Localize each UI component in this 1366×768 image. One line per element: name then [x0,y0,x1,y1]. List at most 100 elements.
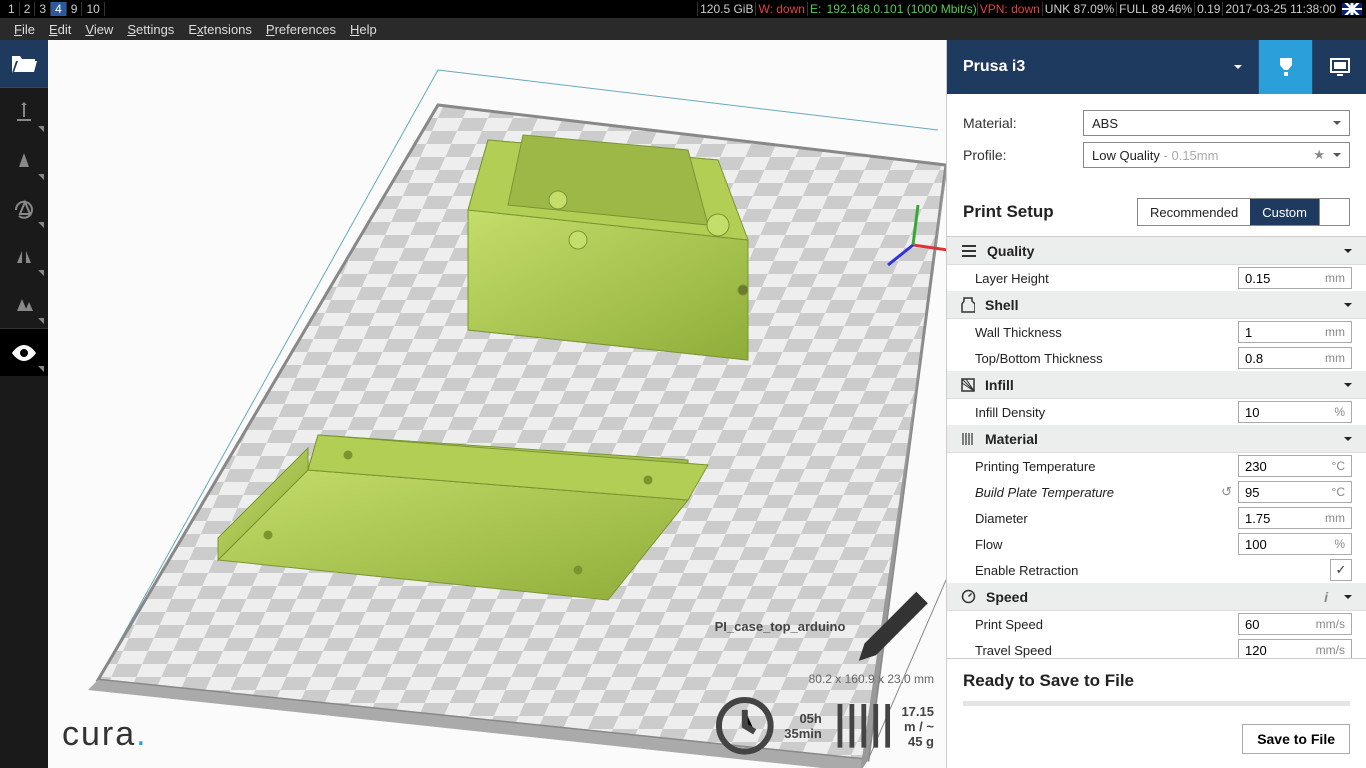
print-speed-input[interactable] [1239,614,1309,634]
layer-height-input[interactable] [1239,268,1309,288]
setting-wall-thickness: Wall Thickness mm [947,319,1366,345]
menu-file[interactable]: File [8,20,41,39]
workspace-2[interactable]: 2 [20,2,36,16]
setting-layer-height: Layer Height mm [947,265,1366,291]
category-shell[interactable]: Shell [947,291,1366,319]
print-temp-input[interactable] [1239,456,1309,476]
material-label: Material: [963,115,1083,131]
printer-selector[interactable]: Prusa i3 [947,58,1258,76]
model-dimensions: 80.2 x 160.9 x 23.0 mm [715,672,934,686]
reset-icon[interactable]: ↺ [1221,484,1232,500]
settings-list[interactable]: Quality Layer Height mm Shell Wall Thick… [947,236,1366,658]
category-infill[interactable]: Infill [947,371,1366,399]
chevron-down-icon [1234,65,1242,73]
eye-icon [12,345,36,361]
setup-mode-tabs: Recommended Custom [1137,198,1350,226]
profile-select[interactable]: Low Quality - 0.15mm ★ [1083,142,1350,168]
infill-icon [961,378,975,392]
menu-extensions[interactable]: Extensions [182,20,258,39]
workspace-4[interactable]: 4 [51,2,67,16]
cura-logo: cura. [62,715,148,754]
material-select[interactable]: ABS [1083,110,1350,136]
disk-free: 120.5 GiB [697,2,755,16]
wall-thickness-input[interactable] [1239,322,1309,342]
star-icon: ★ [1313,147,1325,163]
bed-temp-input[interactable] [1239,482,1309,502]
sidebar-header: Prusa i3 [947,40,1366,94]
clock: 2017-03-25 11:38:00 [1222,2,1338,16]
system-status-bar: 1 2 3 4 9 10 120.5 GiB W: down E: 192.16… [0,0,1366,18]
nozzle-icon [1274,55,1298,79]
open-file-button[interactable] [0,40,48,88]
mirror-tool[interactable] [0,232,48,280]
monitor-icon [1328,55,1352,79]
workspace-1[interactable]: 1 [4,2,20,16]
slice-progress-bar [963,701,1350,706]
profile-label: Profile: [963,147,1083,163]
full-metric: FULL 89.46% [1116,2,1194,16]
recommended-tab[interactable]: Recommended [1138,199,1250,225]
setting-enable-retraction: Enable Retraction ✓ [947,557,1366,583]
monitor-tab[interactable] [1312,40,1366,94]
scale-tool[interactable] [0,136,48,184]
clock-icon [715,696,775,756]
speed-icon [961,589,976,604]
model-info-panel: PI_case_top_arduino 80.2 x 160.9 x 23.0 … [715,586,934,756]
workspace-3[interactable]: 3 [35,2,51,16]
filament-usage: 17.15 m / ~ 45 g [901,704,934,749]
save-to-file-button[interactable]: Save to File [1242,724,1350,754]
rotate-tool[interactable] [0,184,48,232]
chevron-down-icon [1344,595,1352,603]
sidebar-footer: Ready to Save to File Save to File [947,658,1366,768]
setting-topbottom-thickness: Top/Bottom Thickness mm [947,345,1366,371]
diameter-input[interactable] [1239,508,1309,528]
category-speed[interactable]: Speed i [947,583,1366,611]
printer-name: Prusa i3 [963,58,1025,76]
retraction-checkbox[interactable]: ✓ [1330,559,1352,581]
menu-edit[interactable]: Edit [43,20,77,39]
setting-print-temperature: Printing Temperature °C [947,453,1366,479]
shell-icon [961,297,975,313]
menu-settings[interactable]: Settings [121,20,180,39]
chevron-down-icon [1333,153,1341,161]
workspace-9[interactable]: 9 [67,2,83,16]
category-material[interactable]: Material [947,425,1366,453]
menu-help[interactable]: Help [344,20,383,39]
setting-flow: Flow % [947,531,1366,557]
left-toolbar [0,40,48,768]
setting-infill-density: Infill Density % [947,399,1366,425]
print-time: 05h 35min [784,711,822,741]
chevron-down-icon [1344,303,1352,311]
chevron-down-icon [1344,249,1352,257]
settings-search-button[interactable] [1319,199,1349,225]
setting-diameter: Diameter mm [947,505,1366,531]
workspace-10[interactable]: 10 [82,2,104,16]
per-model-tool[interactable] [0,280,48,328]
unk-metric: UNK 87.09% [1042,2,1116,16]
settings-sidebar: Prusa i3 Material: ABS Profile: [946,40,1366,768]
viewport-3d[interactable]: cura. PI_case_top_arduino 80.2 x 160.9 x… [48,40,946,768]
print-settings-tab[interactable] [1258,40,1312,94]
search-icon [1332,205,1337,220]
move-tool[interactable] [0,88,48,136]
model-name: PI_case_top_arduino [715,619,846,634]
topbottom-input[interactable] [1239,348,1309,368]
filament-icon [832,696,892,756]
travel-speed-input[interactable] [1239,640,1309,658]
load-avg: 0.19 [1194,2,1222,16]
view-mode-button[interactable] [0,328,48,376]
custom-tab[interactable]: Custom [1250,199,1319,225]
category-quality[interactable]: Quality [947,237,1366,265]
workspace-switcher[interactable]: 1 2 3 4 9 10 [4,2,105,16]
eth-ip: 192.168.0.101 [827,2,904,16]
infill-density-input[interactable] [1239,402,1309,422]
keyboard-layout-icon[interactable] [1342,3,1362,15]
info-icon[interactable]: i [1324,589,1334,605]
flow-input[interactable] [1239,534,1309,554]
menu-preferences[interactable]: Preferences [260,20,342,39]
wlan-status: W: down [755,2,806,16]
setting-print-speed: Print Speed mm/s [947,611,1366,637]
pencil-icon[interactable] [853,586,934,667]
menu-view[interactable]: View [79,20,119,39]
setting-travel-speed: Travel Speed mm/s [947,637,1366,658]
